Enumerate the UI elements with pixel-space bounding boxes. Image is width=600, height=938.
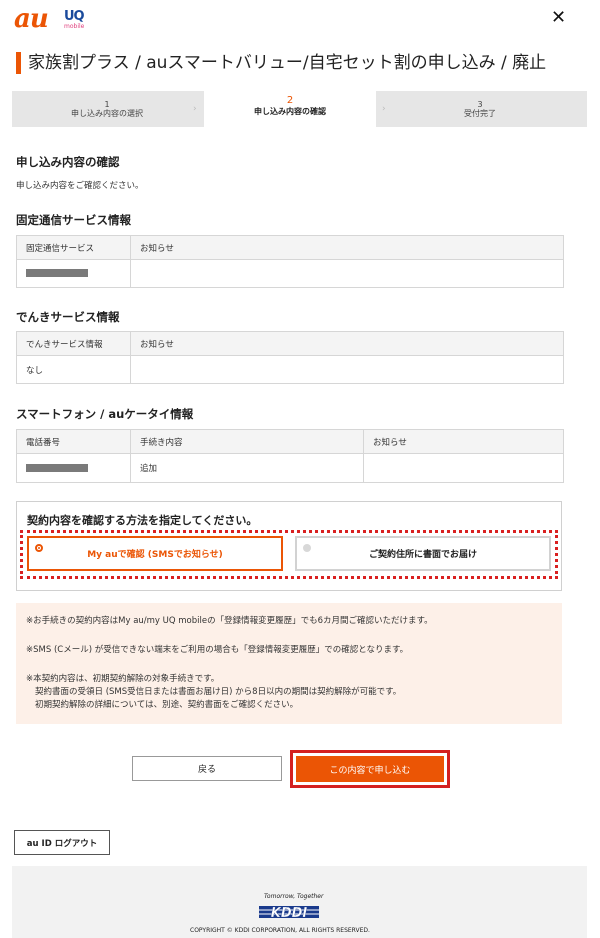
column-header: 固定通信サービス xyxy=(16,235,131,260)
denki-value: なし xyxy=(16,355,131,384)
phone-heading: スマートフォン / auケータイ情報 xyxy=(16,407,194,421)
option-label: My auで確認 (SMSでお知らせ) xyxy=(87,550,223,560)
fixed-line-table: 固定通信サービス お知らせ xyxy=(16,235,564,288)
column-header: 電話番号 xyxy=(16,429,131,454)
notice-text: ※お手続きの契約内容はMy au/my UQ mobileの「登録情報変更履歴」… xyxy=(26,616,433,626)
step-1: 1 申し込み内容の選択 xyxy=(12,91,202,127)
step-number: 1 xyxy=(104,100,110,109)
phone-table: 電話番号 手続き内容 お知らせ 追加 xyxy=(16,429,564,483)
progress-steps: 1 申し込み内容の選択 › 2 申し込み内容の確認 › 3 受付完了 xyxy=(12,89,587,127)
notice-text: 初期契約解除の詳細については、別途、契約書面をご確認ください。 xyxy=(35,700,299,710)
notice-cell xyxy=(130,355,564,384)
copyright: COPYRIGHT © KDDI CORPORATION, ALL RIGHTS… xyxy=(190,927,370,934)
kddi-logo: KDDI xyxy=(259,906,319,921)
column-header: お知らせ xyxy=(363,429,564,454)
notice-cell xyxy=(130,259,564,288)
notice-text: 契約書面の受領日 (SMS受信日または書面お届け日) から8日以内の期間は契約解… xyxy=(35,687,402,697)
notice-text: ※本契約内容は、初期契約解除の対象手続きです。 xyxy=(26,674,220,684)
redacted-bar xyxy=(26,269,88,277)
chevron-right-icon: › xyxy=(193,104,197,114)
masked-service-value xyxy=(16,259,131,288)
option-label: ご契約住所に書面でお届け xyxy=(368,550,477,560)
column-header: 手続き内容 xyxy=(130,429,364,454)
column-header: お知らせ xyxy=(130,235,564,260)
column-header: でんきサービス情報 xyxy=(16,331,131,356)
notice-text: ※SMS (Cメール) が受信できない端末をご利用の場合も「登録情報変更履歴」で… xyxy=(26,645,409,655)
table-header-row: 電話番号 手続き内容 お知らせ xyxy=(16,429,564,454)
step-label: 申し込み内容の選択 xyxy=(71,109,143,118)
title-accent-bar xyxy=(16,52,21,74)
step-number: 3 xyxy=(477,100,483,109)
chevron-right-icon: › xyxy=(382,104,386,114)
radio-selected-icon[interactable] xyxy=(35,544,43,552)
logout-button[interactable]: au ID ログアウト xyxy=(14,830,110,855)
step-label: 申し込み内容の確認 xyxy=(254,107,326,116)
kddi-logo-text: KDDI xyxy=(271,906,308,921)
option-my-au[interactable]: My auで確認 (SMSでお知らせ) xyxy=(27,536,283,571)
table-row: 追加 xyxy=(16,453,564,483)
submit-button[interactable]: この内容で申し込む xyxy=(296,756,444,782)
redacted-bar xyxy=(26,463,88,472)
fixed-line-heading: 固定通信サービス情報 xyxy=(16,213,131,227)
step-number: 2 xyxy=(286,95,294,106)
option-paper-mail[interactable]: ご契約住所に書面でお届け xyxy=(295,536,551,571)
notice-box: ※お手続きの契約内容はMy au/my UQ mobileの「登録情報変更履歴」… xyxy=(16,603,562,724)
column-header: お知らせ xyxy=(130,331,564,356)
uq-logo-subtext: mobile xyxy=(64,23,85,30)
notice-cell xyxy=(363,453,564,483)
step-2-current: 2 申し込み内容の確認 xyxy=(204,89,376,127)
back-button[interactable]: 戻る xyxy=(132,756,282,781)
uq-logo-text: UQ xyxy=(64,9,85,24)
au-logo: au xyxy=(14,4,49,34)
table-row: なし xyxy=(16,355,564,384)
table-header-row: でんきサービス情報 お知らせ xyxy=(16,331,564,356)
denki-table: でんきサービス情報 お知らせ なし xyxy=(16,331,564,384)
footer-tagline: Tomorrow, Together xyxy=(264,893,324,900)
denki-heading: でんきサービス情報 xyxy=(16,310,120,324)
confirm-method-label: 契約内容を確認する方法を指定してください。 xyxy=(27,514,258,527)
masked-phone-number xyxy=(16,453,131,483)
step-label: 受付完了 xyxy=(464,109,496,118)
procedure-value: 追加 xyxy=(130,453,364,483)
confirm-heading: 申し込み内容の確認 xyxy=(16,155,120,169)
table-row xyxy=(16,259,564,288)
page-title: 家族割プラス / auスマートバリュー/自宅セット割の申し込み / 廃止 xyxy=(28,53,547,73)
table-header-row: 固定通信サービス お知らせ xyxy=(16,235,564,260)
confirm-note: 申し込み内容をご確認ください。 xyxy=(16,181,144,191)
step-3: 3 受付完了 xyxy=(394,91,566,127)
radio-unselected-icon[interactable] xyxy=(303,544,311,552)
uq-mobile-logo: UQ mobile xyxy=(64,10,90,34)
close-icon[interactable]: ✕ xyxy=(551,7,566,28)
